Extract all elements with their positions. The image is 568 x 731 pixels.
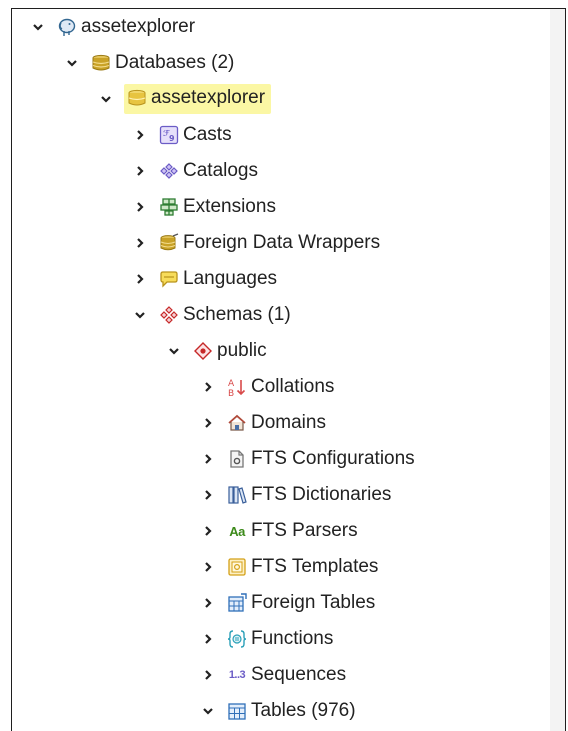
- tree-node-label: Databases (2): [115, 52, 235, 73]
- svg-text:9: 9: [169, 134, 175, 143]
- tree-node-languages[interactable]: Languages: [132, 261, 277, 297]
- tree-node-casts[interactable]: ℱ9 Casts: [132, 117, 232, 153]
- fts-dictionaries-icon: [226, 484, 248, 506]
- scrollbar-track[interactable]: [550, 9, 565, 731]
- fts-parsers-glyph: Aa: [229, 523, 245, 539]
- tree-node-fts-parsers[interactable]: Aa FTS Parsers: [200, 513, 358, 549]
- chevron-down-icon[interactable]: [200, 703, 216, 719]
- tree-node-databases[interactable]: Databases (2): [64, 45, 234, 81]
- selected-highlight[interactable]: assetexplorer: [124, 84, 272, 114]
- tree-node-collations[interactable]: AB Collations: [200, 369, 334, 405]
- chevron-right-icon[interactable]: [200, 523, 216, 539]
- languages-icon: [158, 268, 180, 290]
- foreign-tables-icon: [226, 592, 248, 614]
- chevron-right-icon[interactable]: [132, 271, 148, 287]
- sequences-glyph: 1..3: [228, 669, 246, 681]
- tree-node-foreign-tables[interactable]: Foreign Tables: [200, 585, 375, 621]
- fts-templates-icon: [226, 556, 248, 578]
- tree-node-domains[interactable]: Domains: [200, 405, 326, 441]
- database-icon: [126, 87, 148, 109]
- tree-node-tables[interactable]: Tables (976): [200, 693, 356, 729]
- tree-node-label: Sequences: [251, 664, 347, 685]
- schema-diamond-icon: [192, 340, 214, 362]
- tree-node-label: Schemas (1): [183, 304, 291, 325]
- chevron-right-icon[interactable]: [200, 451, 216, 467]
- tree-node-sequences[interactable]: 1..3 Sequences: [200, 657, 346, 693]
- chevron-right-icon[interactable]: [132, 127, 148, 143]
- domains-house-icon: [226, 412, 248, 434]
- tree-node-label: FTS Templates: [251, 556, 379, 577]
- tree-node-label: Domains: [251, 412, 326, 433]
- casts-icon: ℱ9: [158, 124, 180, 146]
- chevron-down-icon[interactable]: [64, 55, 80, 71]
- object-explorer-panel: assetexplorer Databases (2) assetexplore…: [11, 8, 566, 731]
- tree-node-fts-configurations[interactable]: FTS Configurations: [200, 441, 415, 477]
- tree-node-label: Tables (976): [251, 700, 356, 721]
- fts-parsers-icon: Aa: [226, 520, 248, 542]
- tree-node-functions[interactable]: Functions: [200, 621, 333, 657]
- tree-node-catalogs[interactable]: Catalogs: [132, 153, 258, 189]
- chevron-down-icon[interactable]: [30, 19, 46, 35]
- extensions-icon: [158, 196, 180, 218]
- tree-node-fts-dictionaries[interactable]: FTS Dictionaries: [200, 477, 391, 513]
- collations-glyph-bottom: B: [228, 389, 234, 397]
- chevron-right-icon[interactable]: [132, 163, 148, 179]
- sequences-icon: 1..3: [226, 664, 248, 686]
- tree-node-label: Functions: [251, 628, 334, 649]
- tree-node-database[interactable]: assetexplorer: [98, 81, 272, 117]
- postgres-elephant-icon: [56, 16, 78, 38]
- chevron-right-icon[interactable]: [200, 487, 216, 503]
- tree-node-label: Catalogs: [183, 160, 258, 181]
- chevron-right-icon[interactable]: [132, 235, 148, 251]
- chevron-right-icon[interactable]: [200, 595, 216, 611]
- tree-node-fts-templates[interactable]: FTS Templates: [200, 549, 378, 585]
- catalogs-icon: [158, 160, 180, 182]
- chevron-down-icon[interactable]: [166, 343, 182, 359]
- tree-node-label: Foreign Data Wrappers: [183, 232, 381, 253]
- schemas-icon: [158, 304, 180, 326]
- tree-node-extensions[interactable]: Extensions: [132, 189, 276, 225]
- chevron-right-icon[interactable]: [132, 199, 148, 215]
- tree-node-label: Foreign Tables: [251, 592, 376, 613]
- tree-node-server[interactable]: assetexplorer: [30, 9, 195, 45]
- chevron-right-icon[interactable]: [200, 379, 216, 395]
- chevron-right-icon[interactable]: [200, 631, 216, 647]
- tree-node-label: FTS Dictionaries: [251, 484, 392, 505]
- tree-node-label: Casts: [183, 124, 232, 145]
- chevron-down-icon[interactable]: [98, 91, 114, 107]
- tree-node-public-schema[interactable]: public: [166, 333, 267, 369]
- chevron-right-icon[interactable]: [200, 667, 216, 683]
- collations-icon: AB: [226, 376, 248, 398]
- tree-node-label: Extensions: [183, 196, 276, 217]
- chevron-down-icon[interactable]: [132, 307, 148, 323]
- chevron-right-icon[interactable]: [200, 559, 216, 575]
- tree-node-schemas[interactable]: Schemas (1): [132, 297, 291, 333]
- foreign-data-wrappers-icon: [158, 232, 180, 254]
- chevron-right-icon[interactable]: [200, 415, 216, 431]
- collations-glyph-top: A: [228, 379, 235, 389]
- tree-node-label: FTS Configurations: [251, 448, 415, 469]
- tree-node-label: Languages: [183, 268, 278, 289]
- tree-node-label: public: [217, 340, 267, 361]
- tree-node-foreign-data-wrappers[interactable]: Foreign Data Wrappers: [132, 225, 380, 261]
- tables-icon: [226, 700, 248, 722]
- functions-icon: [226, 628, 248, 650]
- tree-node-label: FTS Parsers: [251, 520, 358, 541]
- tree-node-label: assetexplorer: [81, 16, 196, 37]
- tree-node-label: Collations: [251, 376, 335, 397]
- database-stack-icon: [90, 52, 112, 74]
- fts-configurations-icon: [226, 448, 248, 470]
- tree-node-label: assetexplorer: [151, 87, 266, 108]
